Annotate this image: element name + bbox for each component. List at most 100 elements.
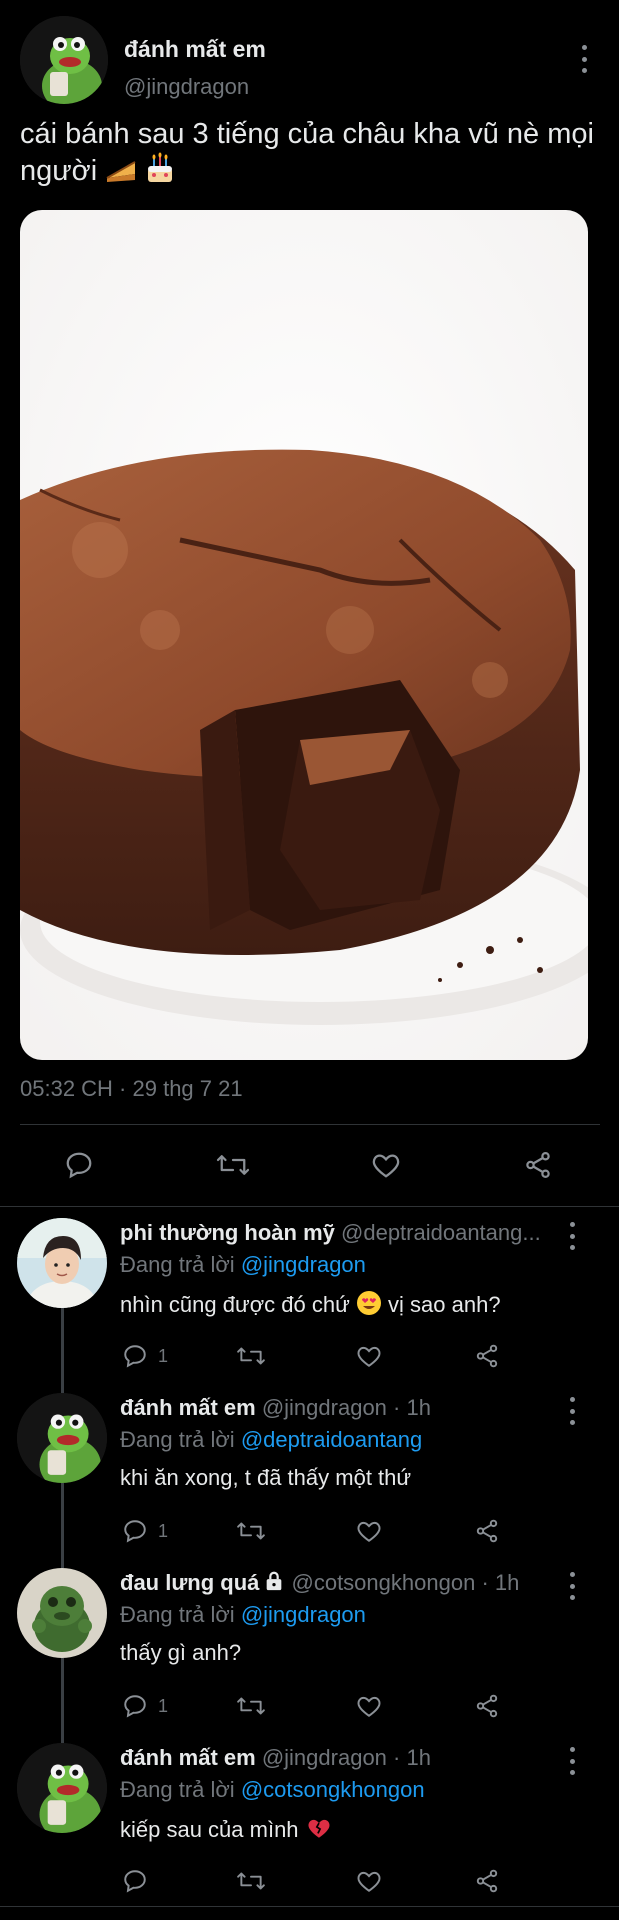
reply-author-name[interactable]: phi thường hoàn mỹ — [120, 1220, 335, 1245]
share-button[interactable] — [474, 1693, 500, 1719]
more-icon[interactable] — [567, 1747, 577, 1775]
replying-prefix: Đang trả lời — [120, 1602, 241, 1627]
reply-actions — [0, 1866, 619, 1900]
retweet-button[interactable] — [236, 1868, 266, 1894]
author-avatar[interactable] — [20, 16, 108, 104]
like-icon — [372, 1154, 400, 1178]
reply-text: kiếp sau của mình — [120, 1815, 333, 1847]
reply-avatar[interactable] — [17, 1568, 107, 1658]
replying-to: Đang trả lời @deptraidoantang — [120, 1427, 422, 1453]
reply-header: phi thường hoàn mỹ @deptraidoantang... — [120, 1220, 560, 1246]
share-button[interactable] — [474, 1518, 500, 1544]
reply-count: 1 — [158, 1520, 169, 1541]
replying-mention[interactable]: @jingdragon — [241, 1602, 366, 1627]
lock-icon — [267, 1571, 282, 1591]
reply-tweet[interactable]: đau lưng quá @cotsongkhongon · 1h Đang t… — [0, 1558, 619, 1733]
thread-line — [61, 1733, 64, 1743]
main-tweet-actions — [0, 1140, 619, 1190]
replying-to: Đang trả lời @jingdragon — [120, 1252, 366, 1278]
reply-icon — [124, 1345, 146, 1368]
replying-mention[interactable]: @deptraidoantang — [241, 1427, 422, 1452]
tweet-timestamp[interactable]: 05:32 CH · 29 thg 7 21 — [20, 1076, 243, 1102]
reply-icon — [124, 1870, 146, 1893]
tweet-text: cái bánh sau 3 tiếng của châu kha vũ nè … — [20, 116, 600, 193]
share-icon — [476, 1519, 498, 1543]
like-button[interactable] — [356, 1518, 382, 1544]
reply-author-name[interactable]: đánh mất em — [120, 1745, 256, 1770]
retweet-button[interactable] — [236, 1343, 266, 1369]
replying-mention[interactable]: @jingdragon — [241, 1252, 366, 1277]
reply-author-handle[interactable]: @deptraidoantang... — [341, 1220, 541, 1245]
reply-button[interactable]: 1 — [122, 1693, 168, 1719]
reply-avatar[interactable] — [17, 1743, 107, 1833]
tweet-media-photo[interactable] — [20, 210, 588, 1060]
reply-header: đánh mất em @jingdragon · 1h — [120, 1395, 560, 1421]
author-handle[interactable]: @jingdragon — [124, 74, 249, 100]
replying-to: Đang trả lời @cotsongkhongon — [120, 1777, 425, 1803]
reply-icon — [124, 1520, 146, 1543]
reply-text-content: kiếp sau của mình — [120, 1817, 299, 1842]
replying-prefix: Đang trả lời — [120, 1252, 241, 1277]
reply-header: đánh mất em @jingdragon · 1h — [120, 1745, 560, 1771]
share-button[interactable] — [474, 1868, 500, 1894]
reply-button[interactable]: 1 — [122, 1343, 168, 1369]
replying-prefix: Đang trả lời — [120, 1777, 241, 1802]
reply-avatar[interactable] — [17, 1393, 107, 1483]
broken-heart-emoji — [305, 1815, 333, 1847]
more-icon[interactable] — [567, 1572, 577, 1600]
reply-button[interactable]: 1 — [122, 1518, 168, 1544]
reply-text-content: nhìn cũng được đó chứ — [120, 1292, 350, 1317]
tweet-detail-page: đánh mất em @jingdragon cái bánh sau 3 t… — [0, 0, 619, 1920]
share-icon — [476, 1869, 498, 1893]
like-button[interactable] — [356, 1343, 382, 1369]
retweet-icon — [237, 1347, 265, 1365]
like-icon — [357, 1521, 381, 1542]
reply-author-name[interactable]: đau lưng quá — [120, 1570, 259, 1595]
retweet-button[interactable] — [236, 1693, 266, 1719]
reply-actions: 1 — [0, 1516, 619, 1550]
replying-mention[interactable]: @cotsongkhongon — [241, 1777, 425, 1802]
share-icon — [526, 1152, 550, 1178]
reply-time[interactable]: · 1h — [393, 1745, 431, 1770]
heart-eyes-emoji — [356, 1290, 382, 1322]
reply-button[interactable] — [122, 1868, 148, 1894]
reply-text-suffix: vị sao anh? — [388, 1292, 501, 1317]
retweet-button[interactable] — [236, 1518, 266, 1544]
share-icon — [476, 1344, 498, 1368]
reply-time[interactable]: · 1h — [481, 1570, 519, 1595]
reply-button[interactable] — [63, 1150, 95, 1180]
reply-text: nhìn cũng được đó chứ vị sao anh? — [120, 1290, 501, 1322]
like-button[interactable] — [356, 1693, 382, 1719]
reply-tweet[interactable]: đánh mất em @jingdragon · 1h Đang trả lờ… — [0, 1383, 619, 1558]
reply-tweet[interactable]: đánh mất em @jingdragon · 1h Đang trả lờ… — [0, 1733, 619, 1908]
more-icon[interactable] — [567, 1222, 577, 1250]
share-button[interactable] — [474, 1343, 500, 1369]
reply-author-handle[interactable]: @cotsongkhongon — [292, 1570, 476, 1595]
reply-author-handle[interactable]: @jingdragon — [262, 1745, 387, 1770]
replying-prefix: Đang trả lời — [120, 1427, 241, 1452]
more-icon[interactable] — [579, 45, 589, 73]
pie-emoji — [105, 154, 137, 193]
reply-tweet[interactable]: phi thường hoàn mỹ @deptraidoantang... Đ… — [0, 1208, 619, 1383]
reply-header: đau lưng quá @cotsongkhongon · 1h — [120, 1570, 560, 1596]
birthday-cake-emoji — [145, 152, 175, 193]
retweet-button[interactable] — [215, 1150, 251, 1180]
like-button[interactable] — [356, 1868, 382, 1894]
thread-line — [61, 1558, 64, 1568]
reply-author-handle[interactable]: @jingdragon — [262, 1395, 387, 1420]
reply-count: 1 — [158, 1695, 169, 1716]
more-icon[interactable] — [567, 1397, 577, 1425]
like-button[interactable] — [370, 1150, 402, 1180]
main-tweet-header: đánh mất em @jingdragon — [20, 16, 600, 106]
replying-to: Đang trả lời @jingdragon — [120, 1602, 366, 1628]
reply-icon — [66, 1152, 92, 1179]
like-icon — [357, 1871, 381, 1892]
reply-text: khi ăn xong, t đã thấy một thứ — [120, 1465, 412, 1490]
reply-author-name[interactable]: đánh mất em — [120, 1395, 256, 1420]
reply-time[interactable]: · 1h — [393, 1395, 431, 1420]
author-name[interactable]: đánh mất em — [124, 36, 266, 63]
reply-avatar[interactable] — [17, 1218, 107, 1308]
reply-icon — [124, 1695, 146, 1718]
divider — [20, 1124, 600, 1125]
share-button[interactable] — [522, 1150, 554, 1180]
